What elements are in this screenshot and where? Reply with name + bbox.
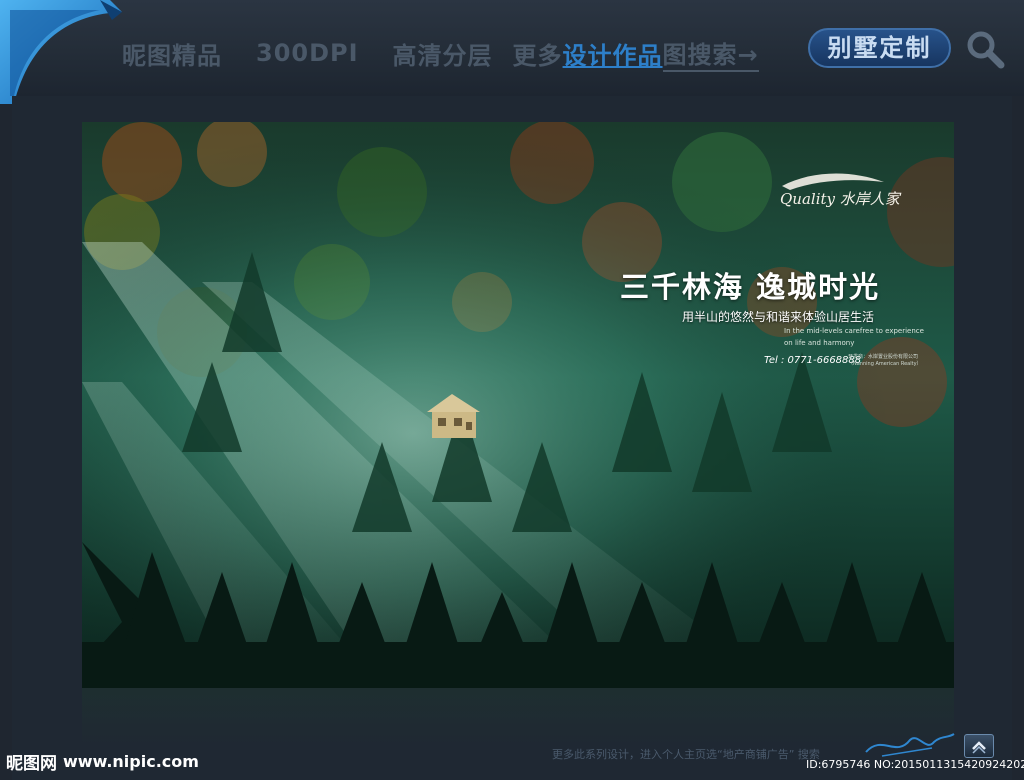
footer-brand[interactable]: 昵图网 www.nipic.com xyxy=(6,748,199,774)
poster-subline: 用半山的悠然与和谐来体验山居生活 xyxy=(682,310,875,324)
developer-line1: 开发商：水岸置业股份有限公司 xyxy=(848,354,919,360)
signature-icon xyxy=(865,733,955,757)
poster-english-line1: In the mid-levels carefree to experience xyxy=(784,327,924,335)
image-id-text: ID:6795746 NO:20150113154209242027 xyxy=(806,758,1024,771)
top-nav: 昵图精品 300DPI 高清分层 更多 设计作品 图搜索→ xyxy=(122,30,759,76)
corner-ribbon-icon xyxy=(0,0,122,104)
footer-brand-name: 昵图网 xyxy=(6,753,57,774)
nav-item-dpi[interactable]: 300DPI xyxy=(256,39,359,67)
villa-custom-button[interactable]: 别墅定制 xyxy=(808,28,951,68)
poster-headline: 三千林海 逸城时光 xyxy=(620,270,881,304)
poster-english-line2: on life and harmony xyxy=(784,339,855,347)
footer-site-url: www.nipic.com xyxy=(63,751,199,771)
poster-reflection xyxy=(82,688,954,748)
nav-more-suffix[interactable]: 图搜索→ xyxy=(662,35,759,72)
poster-telephone: Tel : 0771-6668888 xyxy=(764,355,862,366)
brand-logo-text: Quality 水岸人家 xyxy=(780,190,900,208)
back-to-top-button[interactable] xyxy=(964,734,994,758)
nav-item-premium[interactable]: 昵图精品 xyxy=(122,36,222,71)
footer-series-note: 更多此系列设计，进入个人主页选“地产商铺广告” 搜索 xyxy=(552,748,820,761)
nav-item-layered[interactable]: 高清分层 xyxy=(393,36,493,71)
nav-more-prefix: 更多 xyxy=(512,41,563,70)
search-icon[interactable] xyxy=(964,28,1006,70)
chevron-up-icon xyxy=(972,741,986,754)
developer-line2: （Nanning American Realty） xyxy=(848,361,922,367)
poster-developer-info: 开发商：水岸置业股份有限公司 （Nanning American Realty） xyxy=(848,354,922,368)
nav-more-link[interactable]: 设计作品 xyxy=(563,36,663,71)
